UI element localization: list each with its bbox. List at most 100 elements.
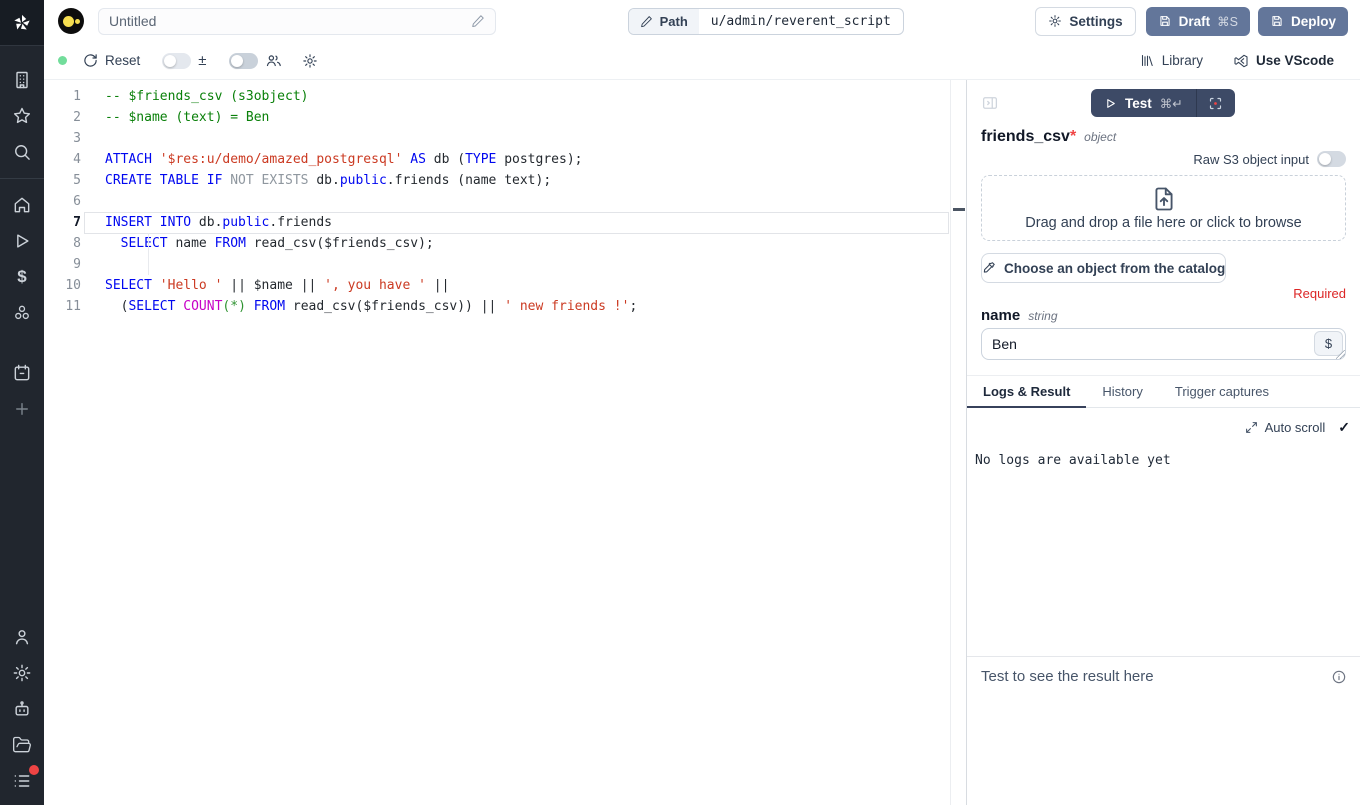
settings-button[interactable]: Settings [1035, 7, 1135, 36]
autoscroll-check-icon[interactable]: ✓ [1338, 419, 1350, 436]
path-label: Path [660, 14, 688, 29]
info-icon[interactable] [1331, 669, 1347, 685]
code-line-4[interactable]: 4ATTACH '$res:u/demo/amazed_postgresql' … [44, 149, 966, 170]
code-line-9[interactable]: 9 [44, 254, 966, 275]
diff-mode-toggle[interactable] [162, 53, 191, 69]
duckdb-language-icon [58, 8, 84, 34]
code-line-8[interactable]: 8 SELECT name FROM read_csv($friends_csv… [44, 233, 966, 254]
deploy-button[interactable]: Deploy [1258, 7, 1348, 36]
search-icon[interactable] [0, 134, 44, 170]
test-label: Test [1125, 96, 1152, 111]
code-text: (SELECT COUNT(*) FROM read_csv($friends_… [105, 296, 966, 317]
notification-dot [29, 765, 39, 775]
reset-button[interactable]: Reset [83, 53, 140, 68]
home-icon[interactable] [0, 187, 44, 223]
deploy-label: Deploy [1291, 14, 1336, 29]
library-button[interactable]: Library [1140, 53, 1203, 68]
editor-toolbar: Reset ± [44, 42, 1360, 80]
collab-mode-toggle[interactable] [229, 53, 258, 69]
choose-object-catalog-button[interactable]: Choose an object from the catalog [981, 253, 1226, 283]
draft-label: Draft [1179, 14, 1211, 29]
code-text: CREATE TABLE IF NOT EXISTS db.public.fri… [105, 170, 966, 191]
name-input[interactable] [981, 328, 1346, 360]
file-dropzone[interactable]: Drag and drop a file here or click to br… [981, 175, 1346, 241]
workspace-settings-gear-icon[interactable] [0, 655, 44, 691]
runs-play-icon[interactable] [0, 223, 44, 259]
windmill-logo[interactable] [0, 0, 44, 46]
draft-shortcut: ⌘S [1217, 14, 1238, 29]
save-icon [1158, 14, 1172, 28]
code-text [105, 254, 966, 275]
test-button-group: Test ⌘↵ [1091, 89, 1235, 117]
code-editor[interactable]: 1-- $friends_csv (s3object)2-- $name (te… [44, 80, 966, 805]
test-panel: Test ⌘↵ friends_csv* [967, 80, 1360, 805]
code-line-5[interactable]: 5 CREATE TABLE IF NOT EXISTS db.public.fr… [44, 170, 966, 191]
path-label-section[interactable]: Path [629, 9, 699, 34]
tab-trigger-captures[interactable]: Trigger captures [1159, 376, 1285, 408]
overview-ruler[interactable] [950, 80, 966, 805]
result-area: Test to see the result here [967, 656, 1360, 805]
variables-dollar-icon[interactable]: $ [0, 259, 44, 295]
use-vscode-button[interactable]: Use VScode [1233, 53, 1334, 69]
line-number: 3 [44, 128, 81, 149]
script-title-input[interactable]: Untitled [98, 8, 496, 35]
settings-label: Settings [1069, 14, 1122, 29]
script-title: Untitled [109, 13, 471, 29]
code-line-7[interactable]: 7INSERT INTO db.public.friends [44, 212, 966, 233]
autoscroll-label[interactable]: Auto scroll [1265, 420, 1326, 435]
file-upload-icon [1150, 185, 1178, 213]
add-icon[interactable] [0, 391, 44, 427]
vscode-label: Use VScode [1256, 53, 1334, 68]
line-number: 4 [44, 149, 81, 170]
tab-logs-result[interactable]: Logs & Result [967, 376, 1086, 408]
reset-refresh-icon [83, 53, 98, 68]
code-text: SELECT name FROM read_csv($friends_csv); [105, 233, 966, 254]
catalog-button-label: Choose an object from the catalog [1004, 261, 1225, 276]
audit-logs-list-icon[interactable] [0, 763, 44, 799]
raw-s3-label: Raw S3 object input [1193, 152, 1309, 167]
save-icon [1270, 14, 1284, 28]
diff-icon: ± [198, 52, 206, 69]
edit-title-pencil-icon[interactable] [471, 14, 485, 28]
expand-logs-icon[interactable] [1245, 421, 1258, 434]
code-lines: 1-- $friends_csv (s3object)2-- $name (te… [44, 86, 966, 317]
tab-history[interactable]: History [1086, 376, 1158, 408]
line-number: 11 [44, 296, 81, 317]
schedules-calendar-icon[interactable] [0, 355, 44, 391]
code-line-6[interactable]: 6 [44, 191, 966, 212]
code-line-1[interactable]: 1-- $friends_csv (s3object) [44, 86, 966, 107]
code-line-10[interactable]: 10SELECT 'Hello ' || $name || ', you hav… [44, 275, 966, 296]
logs-empty-message: No logs are available yet [975, 453, 1360, 468]
editor-settings-gear-icon[interactable] [302, 53, 318, 69]
code-line-11[interactable]: 11 (SELECT COUNT(*) FROM read_csv($frien… [44, 296, 966, 317]
workspace-icon[interactable] [0, 62, 44, 98]
logs-area: Auto scroll ✓ No logs are available yet [967, 408, 1360, 656]
favorites-star-icon[interactable] [0, 98, 44, 134]
capture-button[interactable] [1197, 89, 1235, 117]
resources-icon[interactable] [0, 295, 44, 331]
account-user-icon[interactable] [0, 619, 44, 655]
code-text [105, 128, 966, 149]
draft-button[interactable]: Draft ⌘S [1146, 7, 1250, 36]
collapse-panel-icon[interactable] [981, 94, 999, 112]
code-line-2[interactable]: 2-- $name (text) = Ben [44, 107, 966, 128]
line-number: 5 [44, 170, 81, 191]
line-number: 2 [44, 107, 81, 128]
path-widget[interactable]: Path u/admin/reverent_script [628, 8, 904, 35]
top-bar: Untitled Path u/admin/reverent_script [44, 0, 1360, 42]
arg-friends-csv-name: friends_csv* [981, 128, 1076, 146]
folders-icon[interactable] [0, 727, 44, 763]
workers-robot-icon[interactable] [0, 691, 44, 727]
code-text: INSERT INTO db.public.friends [105, 212, 966, 233]
play-icon [1104, 97, 1117, 110]
collaborators-users-icon[interactable] [265, 52, 282, 69]
code-line-3[interactable]: 3 [44, 128, 966, 149]
line-number: 10 [44, 275, 81, 296]
raw-s3-toggle[interactable] [1317, 151, 1346, 167]
test-button[interactable]: Test ⌘↵ [1091, 89, 1196, 117]
input-resize-handle[interactable] [1336, 350, 1345, 359]
vscode-icon [1233, 53, 1249, 69]
reset-label: Reset [105, 53, 140, 68]
arg-friends-csv-type: object [1084, 130, 1116, 144]
library-icon [1140, 53, 1155, 68]
